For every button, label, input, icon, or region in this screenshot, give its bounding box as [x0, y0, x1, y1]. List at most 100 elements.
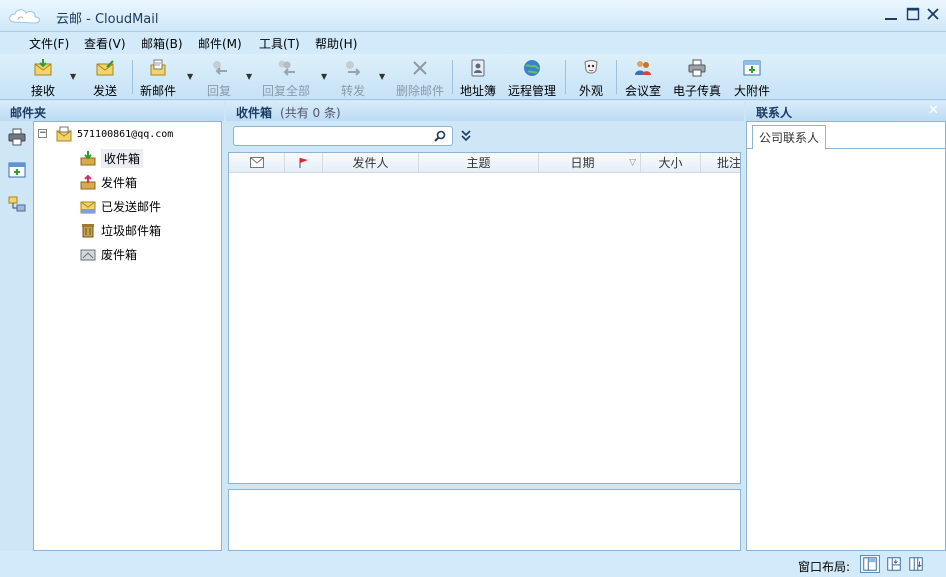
- receive-mail-icon: [34, 59, 52, 76]
- layout-three-column-icon[interactable]: [860, 555, 880, 573]
- tab-company-contacts[interactable]: 公司联系人: [752, 125, 827, 149]
- cloud-logo-icon: [9, 9, 40, 24]
- reply-dropdown-icon[interactable]: ▼: [246, 72, 252, 81]
- forward-icon: [346, 61, 361, 76]
- delete-x-icon: [413, 61, 427, 75]
- search-box: [233, 126, 453, 146]
- reply-all-button[interactable]: 回复全部: [262, 58, 310, 98]
- close-icon[interactable]: ✕: [928, 103, 940, 118]
- printer-icon: [688, 59, 706, 77]
- status-bar: 窗口布局:: [0, 551, 946, 577]
- address-book-button[interactable]: 地址簿: [459, 58, 497, 98]
- envelope-icon: [249, 157, 264, 168]
- large-attachment-button[interactable]: 大附件: [732, 58, 772, 98]
- contact-tab-area: 公司联系人: [746, 121, 946, 551]
- menu-mail[interactable]: 邮件(M): [198, 35, 242, 52]
- meeting-people-icon: [635, 61, 651, 75]
- meeting-room-button[interactable]: 会议室: [624, 58, 662, 98]
- toolbar-separator: [452, 60, 453, 94]
- layout-preview-right-icon[interactable]: [906, 555, 926, 573]
- message-count: (共有 0 条): [280, 106, 341, 120]
- account-label: 571100861@qq.com: [77, 128, 174, 140]
- toolbar: 接收 ▼ 发送 新邮件 ▼ 回复 ▼ 回复全部 ▼ 转发 ▼ 删除邮件 地址簿 …: [0, 54, 946, 100]
- message-pane: 收件箱 (共有 0 条) 发件人 主题 日期 ▽ 大小 批注: [226, 101, 744, 551]
- mask-icon: [584, 60, 598, 74]
- menu-tools[interactable]: 工具(T): [259, 35, 300, 52]
- message-list[interactable]: 发件人 主题 日期 ▽ 大小 批注: [228, 152, 741, 484]
- new-mail-button[interactable]: 新邮件: [139, 58, 177, 98]
- menu-mailbox[interactable]: 邮箱(B): [141, 35, 183, 52]
- menu-help[interactable]: 帮助(H): [315, 35, 357, 52]
- forward-dropdown-icon[interactable]: ▼: [379, 72, 385, 81]
- column-subject[interactable]: 主题: [419, 153, 539, 173]
- folder-sent[interactable]: 已发送邮件: [80, 196, 161, 216]
- delete-mail-button[interactable]: 删除邮件: [395, 58, 445, 98]
- toolbar-separator: [616, 60, 617, 94]
- collapse-toggle[interactable]: −: [38, 129, 47, 138]
- folder-inbox[interactable]: 收件箱: [80, 148, 144, 168]
- account-node[interactable]: 571100861@qq.com: [56, 124, 173, 144]
- search-icon[interactable]: [434, 130, 446, 142]
- contact-pane-title: 联系人: [746, 101, 946, 121]
- new-mail-icon: [150, 59, 166, 76]
- search-input[interactable]: [238, 127, 433, 145]
- outbox-icon: [80, 174, 96, 190]
- remote-manage-button[interactable]: 远程管理: [506, 58, 558, 98]
- folder-tree: − 571100861@qq.com 收件箱 发件箱 已发送邮件 垃圾邮件箱 废…: [33, 121, 222, 551]
- layout-label: 窗口布局:: [798, 560, 851, 574]
- layout-preview-bottom-icon[interactable]: [884, 555, 904, 573]
- menu-view[interactable]: 查看(V): [84, 35, 126, 52]
- column-sender[interactable]: 发件人: [323, 153, 419, 173]
- folder-pane: 邮件夹 − 571100861@qq.com 收件箱 发件箱 已发送邮件 垃圾邮…: [0, 101, 224, 551]
- preview-pane[interactable]: [228, 489, 741, 551]
- forward-button[interactable]: 转发: [338, 58, 368, 98]
- minimize-icon[interactable]: [882, 5, 900, 23]
- column-size[interactable]: 大小: [641, 153, 701, 173]
- double-chevron-down-icon[interactable]: [461, 130, 471, 142]
- reply-all-dropdown-icon[interactable]: ▼: [321, 72, 327, 81]
- menu-bar: 文件(F) 查看(V) 邮箱(B) 邮件(M) 工具(T) 帮助(H): [0, 32, 946, 54]
- receive-button[interactable]: 接收: [28, 58, 58, 98]
- large-attachment-icon: [743, 60, 761, 76]
- folder-deleted[interactable]: 废件箱: [80, 244, 137, 264]
- inbox-icon: [80, 151, 96, 166]
- column-annotation[interactable]: 批注: [701, 153, 740, 173]
- folder-pane-title: 邮件夹: [0, 101, 224, 121]
- print-icon[interactable]: [8, 128, 26, 146]
- column-date[interactable]: 日期 ▽: [539, 153, 641, 173]
- folder-outbox[interactable]: 发件箱: [80, 172, 137, 192]
- maximize-icon[interactable]: [904, 5, 922, 23]
- toolbar-separator: [565, 60, 566, 94]
- column-read-status[interactable]: [229, 153, 285, 173]
- deleted-items-icon: [80, 249, 96, 261]
- side-strip: [0, 121, 33, 551]
- red-flag-icon: [299, 158, 308, 168]
- address-book-icon: [471, 59, 485, 77]
- reply-icon: [213, 61, 227, 75]
- trash-bin-icon: [82, 224, 94, 238]
- send-mail-icon: [96, 60, 114, 76]
- receive-dropdown-icon[interactable]: ▼: [70, 72, 76, 81]
- column-flag[interactable]: [285, 153, 323, 173]
- new-mail-dropdown-icon[interactable]: ▼: [187, 72, 193, 81]
- sent-mail-icon: [80, 201, 96, 214]
- contact-pane: 联系人 ✕ 公司联系人: [746, 101, 946, 551]
- title-bar: 云邮 - CloudMail: [0, 0, 946, 32]
- close-icon[interactable]: [924, 5, 942, 23]
- reply-all-icon: [278, 60, 295, 76]
- fax-button[interactable]: 电子传真: [672, 58, 722, 98]
- send-button[interactable]: 发送: [90, 58, 120, 98]
- message-list-header: 发件人 主题 日期 ▽ 大小 批注: [229, 153, 740, 173]
- appearance-button[interactable]: 外观: [576, 58, 606, 98]
- message-pane-title: 收件箱 (共有 0 条): [226, 101, 744, 121]
- folder-name: 收件箱: [236, 106, 273, 120]
- toolbar-separator: [132, 60, 133, 94]
- sort-descending-icon: ▽: [629, 158, 636, 168]
- mailbox-account-icon: [56, 126, 72, 142]
- menu-file[interactable]: 文件(F): [29, 35, 69, 52]
- network-icon[interactable]: [8, 195, 26, 213]
- calendar-add-icon[interactable]: [8, 161, 26, 179]
- globe-icon: [524, 60, 540, 76]
- reply-button[interactable]: 回复: [204, 58, 234, 98]
- folder-junk[interactable]: 垃圾邮件箱: [80, 220, 161, 240]
